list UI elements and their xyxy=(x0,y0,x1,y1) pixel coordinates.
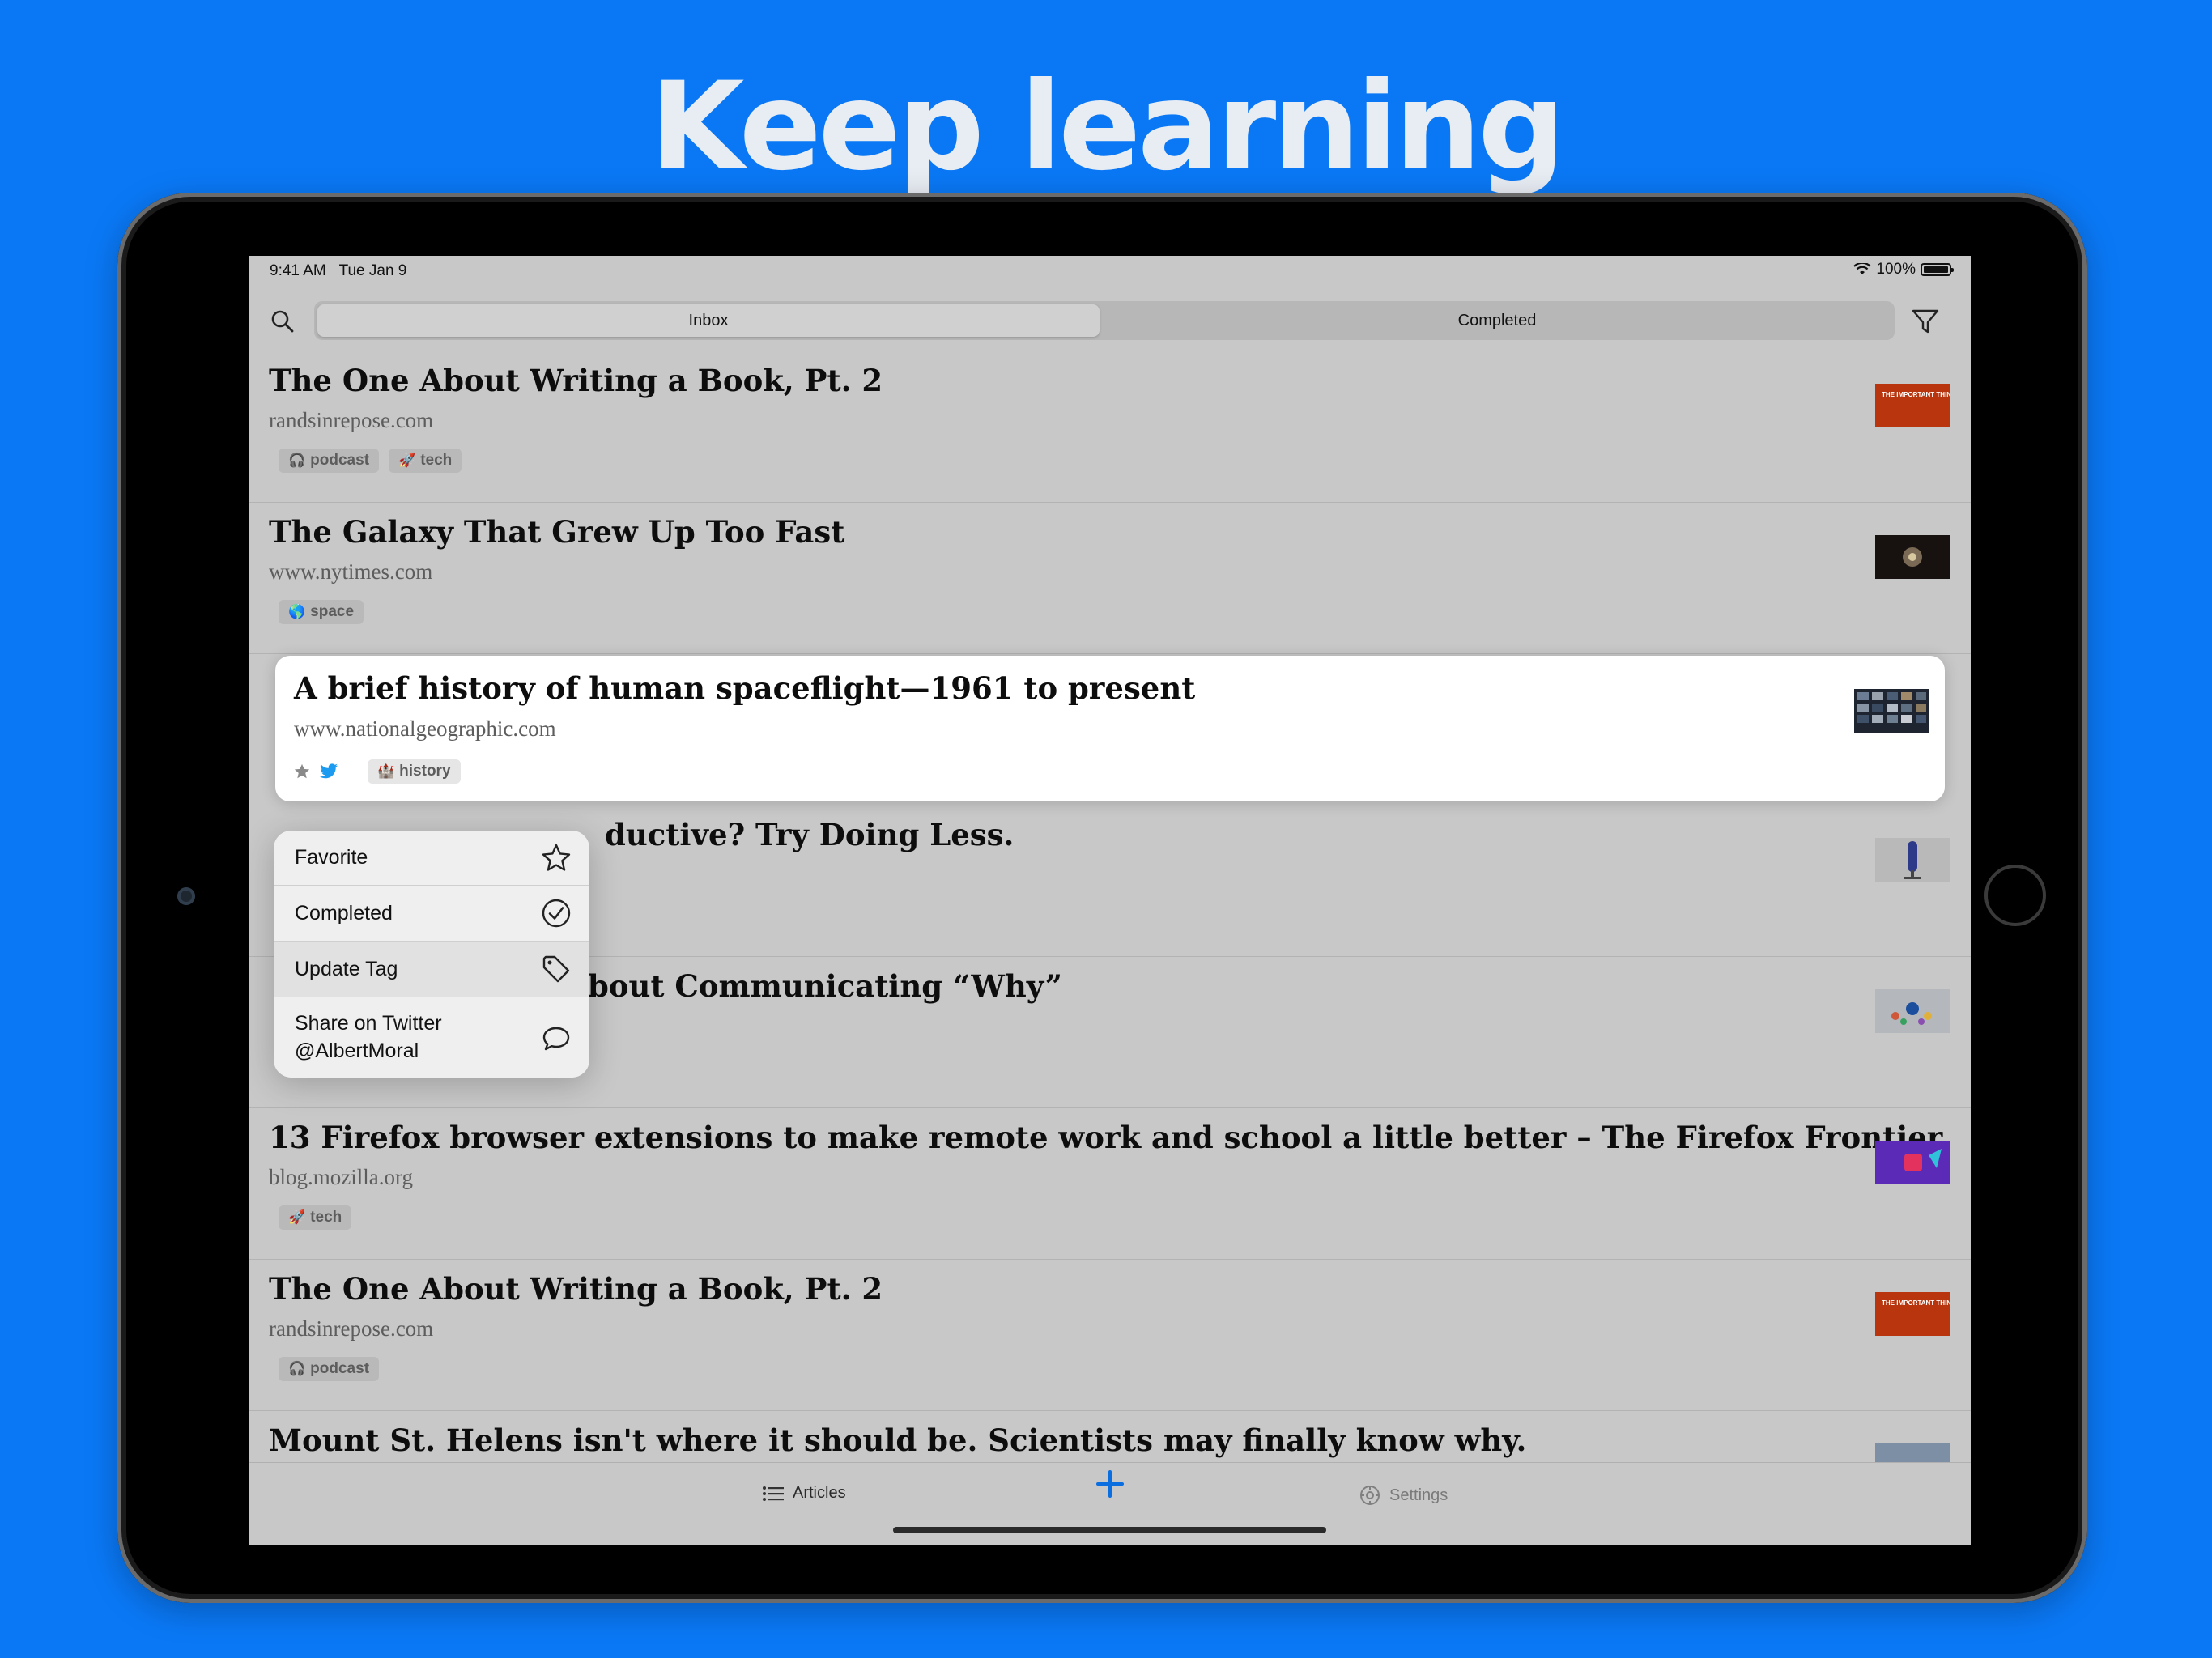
article-domain: blog.mozilla.org xyxy=(269,1165,413,1189)
article-title: A brief history of human spaceflight—196… xyxy=(294,670,1196,706)
status-clock: 9:41 AM xyxy=(270,262,326,279)
tag-chip[interactable]: 🚀 tech xyxy=(279,1205,352,1230)
menu-item-update-tag[interactable]: Update Tag xyxy=(274,942,589,997)
article-thumbnail xyxy=(1875,838,1950,882)
tab-articles[interactable]: Articles xyxy=(762,1484,846,1503)
wifi-icon xyxy=(1853,263,1872,274)
front-camera xyxy=(177,887,195,905)
tag-label: history xyxy=(399,763,451,780)
status-bar: 9:41 AM Tue Jan 9 100% xyxy=(249,256,1971,285)
plus-icon[interactable] xyxy=(1095,1469,1125,1499)
thumbnail-text: THE IMPORTANT THING xyxy=(1882,1299,1950,1307)
inbox-completed-segmented-control: Inbox Completed xyxy=(314,301,1895,340)
menu-item-completed[interactable]: Completed xyxy=(274,886,589,942)
twitter-icon xyxy=(320,763,338,779)
status-time: 9:41 AM Tue Jan 9 xyxy=(270,262,406,280)
globe-icon: 🌎 xyxy=(288,604,306,619)
menu-sublabel: @AlbertMoral xyxy=(295,1039,419,1062)
tab-label: Settings xyxy=(1389,1486,1448,1504)
tag-chip[interactable]: 🎧 podcast xyxy=(279,1357,380,1381)
menu-label: Update Tag xyxy=(295,958,398,980)
tab-label: Articles xyxy=(793,1484,846,1502)
article-thumbnail xyxy=(1875,535,1950,579)
gear-icon xyxy=(1360,1486,1380,1505)
tab-completed[interactable]: Completed xyxy=(1103,304,1891,337)
article-title: bout Communicating “Why” xyxy=(588,968,1062,1004)
tab-inbox[interactable]: Inbox xyxy=(317,304,1100,337)
tag-chip[interactable]: 🌎 space xyxy=(279,600,364,624)
tag-label: podcast xyxy=(310,1360,370,1377)
menu-label: Completed xyxy=(295,902,393,925)
tag-list: 🌎 space xyxy=(279,600,364,624)
status-date: Tue Jan 9 xyxy=(338,262,407,279)
article-title: The One About Writing a Book, Pt. 2 xyxy=(269,363,883,398)
article-thumbnail xyxy=(1854,689,1929,733)
article-row[interactable]: 13 Firefox browser extensions to make re… xyxy=(249,1108,1971,1260)
article-title: ductive? Try Doing Less. xyxy=(605,817,1015,852)
article-thumbnail xyxy=(1875,1141,1950,1184)
menu-item-favorite[interactable]: Favorite xyxy=(274,831,589,886)
menu-label: Favorite xyxy=(295,846,368,869)
tag-label: podcast xyxy=(310,452,370,469)
article-title: The Galaxy That Grew Up Too Fast xyxy=(269,514,845,550)
article-meta: 🏰 history xyxy=(293,759,461,784)
speech-bubble-icon xyxy=(542,1027,570,1051)
article-domain: www.nationalgeographic.com xyxy=(294,716,556,741)
article-row[interactable]: The One About Writing a Book, Pt. 2 rand… xyxy=(249,351,1971,503)
tag-chip[interactable]: 🏰 history xyxy=(368,759,461,784)
article-row[interactable]: The Galaxy That Grew Up Too Fast www.nyt… xyxy=(249,503,1971,654)
tag-list: 🎧 podcast xyxy=(279,1357,380,1381)
tag-chip[interactable]: 🚀 tech xyxy=(389,449,462,473)
article-row[interactable]: The One About Writing a Book, Pt. 2 rand… xyxy=(249,1260,1971,1411)
headphones-icon: 🎧 xyxy=(288,1361,306,1376)
article-title: 13 Firefox browser extensions to make re… xyxy=(269,1120,1943,1155)
list-icon xyxy=(763,1486,784,1501)
article-thumbnail xyxy=(1875,989,1950,1033)
article-title: The One About Writing a Book, Pt. 2 xyxy=(269,1271,883,1307)
article-thumbnail: THE IMPORTANT THING xyxy=(1875,384,1950,427)
article-domain: randsinrepose.com xyxy=(269,1316,434,1341)
article-thumbnail: THE IMPORTANT THING xyxy=(1875,1292,1950,1336)
castle-icon: 🏰 xyxy=(377,763,395,779)
checkmark-circle-icon xyxy=(542,899,571,928)
home-button[interactable] xyxy=(1984,865,2046,926)
menu-item-share-twitter[interactable]: Share on Twitter @AlbertMoral xyxy=(274,997,589,1078)
article-domain: randsinrepose.com xyxy=(269,408,434,432)
tag-label: space xyxy=(310,603,355,620)
headline: Keep learning xyxy=(650,57,1564,198)
article-domain: www.nytimes.com xyxy=(269,559,433,584)
thumbnail-text: THE IMPORTANT THING xyxy=(1882,391,1950,398)
app-screen: 9:41 AM Tue Jan 9 100% Inbox Completed T… xyxy=(249,256,1971,1545)
selected-article-card[interactable]: A brief history of human spaceflight—196… xyxy=(275,656,1945,801)
star-icon xyxy=(542,844,571,871)
tag-label: tech xyxy=(420,452,453,469)
toolbar: Inbox Completed xyxy=(249,296,1971,345)
tab-settings[interactable]: Settings xyxy=(1359,1484,1448,1507)
tag-list: 🎧 podcast 🚀 tech xyxy=(279,449,462,473)
rocket-icon: 🚀 xyxy=(288,1209,306,1225)
tag-chip[interactable]: 🎧 podcast xyxy=(279,449,380,473)
tag-label: tech xyxy=(310,1209,342,1226)
tag-list: 🚀 tech xyxy=(279,1205,352,1230)
status-right: 100% xyxy=(1853,261,1954,278)
article-title: Mount St. Helens isn't where it should b… xyxy=(269,1422,1527,1458)
menu-label: Share on Twitter xyxy=(295,1012,442,1035)
search-icon[interactable] xyxy=(270,309,295,334)
battery-icon xyxy=(1921,263,1954,276)
filter-icon[interactable] xyxy=(1909,306,1942,337)
headphones-icon: 🎧 xyxy=(288,453,306,468)
tag-icon xyxy=(542,955,570,983)
context-menu: Favorite Completed Update Tag Share on T… xyxy=(274,831,589,1078)
battery-percent: 100% xyxy=(1876,261,1916,278)
star-filled-icon xyxy=(294,763,310,779)
rocket-icon: 🚀 xyxy=(398,453,416,468)
home-indicator xyxy=(893,1527,1326,1533)
